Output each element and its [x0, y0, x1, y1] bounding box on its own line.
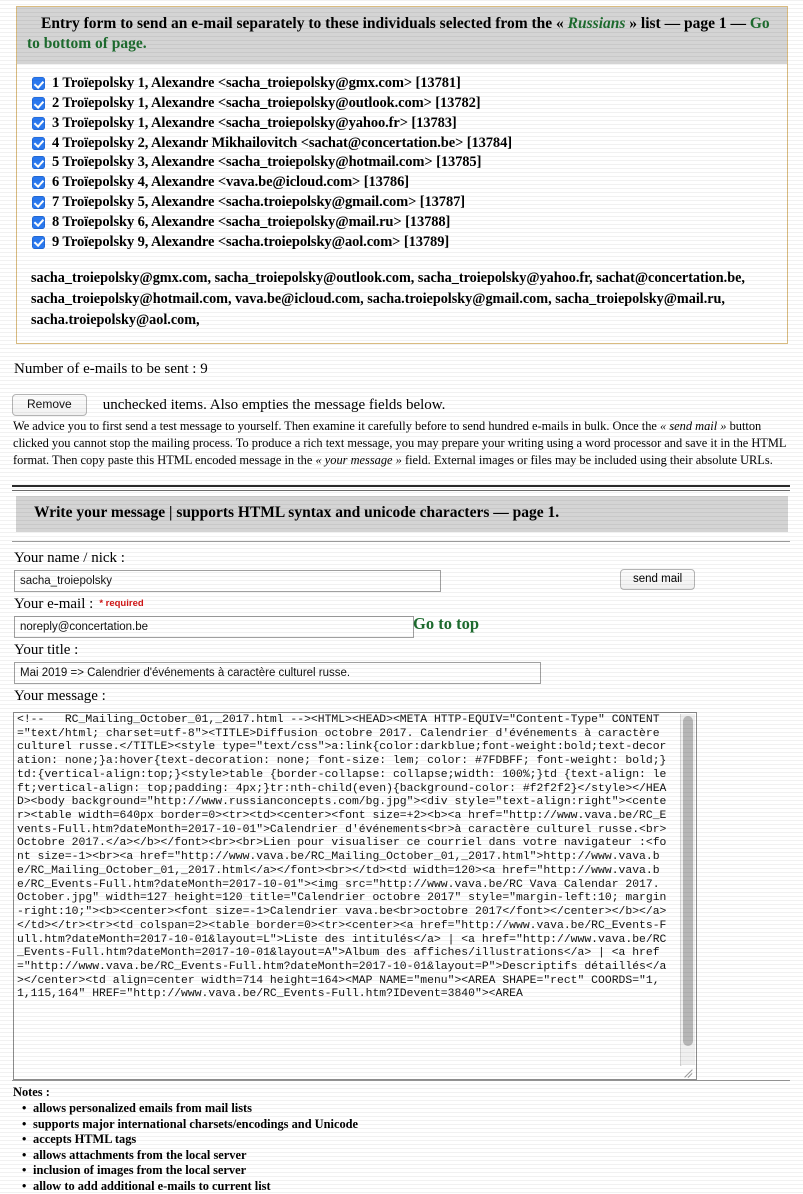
remove-hint-text: unchecked items. Also empties the messag…	[103, 397, 446, 414]
note-item: allow to add additional e-mails to curre…	[33, 1179, 358, 1194]
list-item[interactable]: 9 Troïepolsky 9, Alexandre <sacha.troiep…	[23, 232, 787, 252]
name-input[interactable]	[14, 570, 441, 592]
message-section-underline	[12, 541, 790, 542]
email-row	[0, 616, 803, 638]
checkbox-checked-icon[interactable]	[32, 156, 45, 169]
email-input[interactable]	[14, 616, 414, 638]
title-dash-1: —	[665, 15, 681, 32]
guillemet-close: »	[629, 15, 637, 32]
advice-part-1: We advice you to first send a test messa…	[13, 419, 660, 433]
recipient-label: 1 Troïepolsky 1, Alexandre <sacha_troiep…	[52, 75, 461, 92]
note-item: supports major international charsets/en…	[33, 1117, 358, 1133]
note-item: inclusion of images from the local serve…	[33, 1163, 358, 1179]
recipients-panel-body: 1 Troïepolsky 1, Alexandre <sacha_troiep…	[17, 64, 787, 343]
email-required-marker: * required	[99, 598, 143, 609]
send-mail-button[interactable]: send mail	[620, 569, 695, 590]
list-item[interactable]: 5 Troïepolsky 3, Alexandre <sacha_troiep…	[23, 153, 787, 173]
note-item: accepts HTML tags	[33, 1132, 358, 1148]
list-item[interactable]: 2 Troïepolsky 1, Alexandre <sacha_troiep…	[23, 94, 787, 114]
title-dash-2: —	[730, 15, 746, 32]
notes-section: Notes : allows personalized emails from …	[13, 1085, 358, 1194]
message-label: Your message :	[0, 684, 803, 708]
textarea-scrollbar-thumb[interactable]	[683, 716, 693, 1046]
after-list-text: list	[641, 15, 661, 32]
title-input[interactable]	[14, 662, 541, 684]
advice-emphasis-your-message: « your message »	[315, 453, 401, 467]
notes-title: Notes :	[13, 1085, 358, 1100]
list-item[interactable]: 3 Troïepolsky 1, Alexandre <sacha_troiep…	[23, 114, 787, 134]
recipient-label: 8 Troïepolsky 6, Alexandre <sacha_troiep…	[52, 214, 450, 231]
list-item[interactable]: 7 Troïepolsky 5, Alexandre <sacha.troiep…	[23, 193, 787, 213]
message-textarea-wrapper[interactable]: <!-- RC_Mailing_October_01,_2017.html --…	[13, 712, 697, 1080]
notes-list: allows personalized emails from mail lis…	[13, 1101, 358, 1194]
checkbox-checked-icon[interactable]	[32, 236, 45, 249]
checkbox-checked-icon[interactable]	[32, 117, 45, 130]
list-item[interactable]: 1 Troïepolsky 1, Alexandre <sacha_troiep…	[23, 74, 787, 94]
note-item: allows personalized emails from mail lis…	[33, 1101, 358, 1117]
page-number-label: page 1	[684, 15, 727, 32]
email-label: Your e-mail : * required	[0, 592, 803, 616]
section-divider-thick	[12, 485, 790, 487]
checkbox-checked-icon[interactable]	[32, 97, 45, 110]
recipient-list: 1 Troïepolsky 1, Alexandre <sacha_troiep…	[17, 74, 787, 256]
title-row	[0, 662, 803, 684]
list-item[interactable]: 6 Troïepolsky 4, Alexandre <vava.be@iclo…	[23, 173, 787, 193]
recipient-label: 3 Troïepolsky 1, Alexandre <sacha_troiep…	[52, 115, 457, 132]
recipient-label: 6 Troïepolsky 4, Alexandre <vava.be@iclo…	[52, 174, 409, 191]
page-title: Entry form to send an e-mail separately …	[17, 7, 787, 64]
textarea-scrollbar[interactable]	[680, 714, 695, 1066]
textarea-resize-grip-icon[interactable]	[682, 1065, 695, 1078]
note-item: allows attachments from the local server	[33, 1148, 358, 1164]
advice-paragraph: We advice you to first send a test messa…	[13, 418, 787, 469]
list-item[interactable]: 8 Troïepolsky 6, Alexandre <sacha_troiep…	[23, 212, 787, 232]
message-textarea[interactable]: <!-- RC_Mailing_October_01,_2017.html --…	[14, 713, 674, 1002]
list-item[interactable]: 4 Troïepolsky 2, Alexandr Mikhailovitch …	[23, 133, 787, 153]
guillemet-open: «	[556, 15, 564, 32]
page-title-intro: Entry form to send an e-mail separately …	[41, 15, 552, 32]
list-name: Russians	[568, 15, 626, 32]
recipient-label: 9 Troïepolsky 9, Alexandre <sacha.troiep…	[52, 234, 449, 251]
go-to-top-link[interactable]: Go to top	[413, 614, 479, 634]
advice-emphasis-send-mail: « send mail »	[660, 419, 726, 433]
selected-emails-recap: sacha_troiepolsky@gmx.com, sacha_troiepo…	[17, 256, 787, 337]
checkbox-checked-icon[interactable]	[32, 137, 45, 150]
recipient-label: 4 Troïepolsky 2, Alexandr Mikhailovitch …	[52, 135, 512, 152]
recipients-panel: Entry form to send an e-mail separately …	[16, 6, 788, 344]
title-label: Your title :	[0, 638, 803, 662]
message-section-title: Write your message | supports HTML synta…	[16, 496, 788, 532]
advice-part-3: field. External images or files may be i…	[402, 453, 773, 467]
recipient-label: 5 Troïepolsky 3, Alexandre <sacha_troiep…	[52, 154, 481, 171]
checkbox-checked-icon[interactable]	[32, 77, 45, 90]
remove-button[interactable]: Remove	[12, 394, 87, 416]
email-count-line: Number of e-mails to be sent : 9	[14, 361, 208, 378]
checkbox-checked-icon[interactable]	[32, 216, 45, 229]
checkbox-checked-icon[interactable]	[32, 176, 45, 189]
section-divider-thin	[12, 490, 790, 491]
recipient-label: 2 Troïepolsky 1, Alexandre <sacha_troiep…	[52, 95, 481, 112]
checkbox-checked-icon[interactable]	[32, 196, 45, 209]
notes-divider	[12, 1080, 790, 1081]
email-label-text: Your e-mail :	[14, 596, 93, 612]
name-label: Your name / nick :	[0, 546, 803, 570]
recipient-label: 7 Troïepolsky 5, Alexandre <sacha.troiep…	[52, 194, 465, 211]
remove-row: Remove unchecked items. Also empties the…	[12, 394, 445, 416]
